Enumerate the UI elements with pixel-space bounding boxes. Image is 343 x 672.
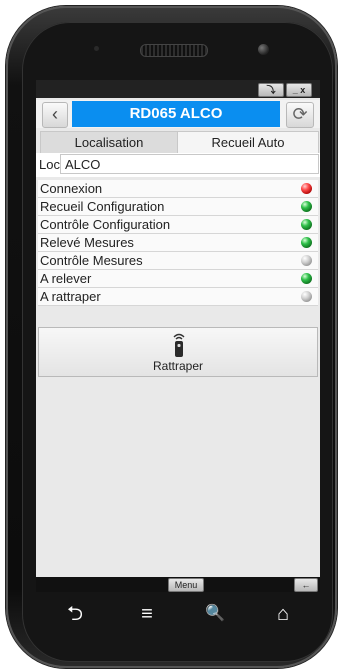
- status-led-icon: [301, 219, 312, 230]
- list-item[interactable]: Relevé Mesures: [38, 234, 318, 252]
- app-screen: ⤵ _ x ‹ RD065 ALCO ⟳ Localisation Recuei…: [36, 80, 320, 592]
- status-label: Connexion: [40, 181, 103, 196]
- location-label: Loc: [39, 157, 60, 172]
- location-row: Loc ALCO: [36, 153, 320, 177]
- tab-localisation[interactable]: Localisation: [40, 131, 178, 154]
- status-led-icon: [301, 237, 312, 248]
- remote-icon: [173, 333, 185, 357]
- status-label: Recueil Configuration: [40, 199, 165, 214]
- hardware-keys: ⮌ ≡ 🔍 ⌂: [36, 600, 320, 628]
- status-led-icon: [301, 201, 312, 212]
- page-title: RD065 ALCO: [72, 101, 280, 127]
- earpiece-speaker: [140, 44, 208, 57]
- list-item[interactable]: Connexion: [38, 180, 318, 198]
- chevron-left-icon: ‹: [52, 104, 58, 124]
- home-key-icon[interactable]: ⌂: [268, 600, 298, 628]
- status-list: Connexion Recueil Configuration Contrôle…: [38, 180, 318, 306]
- tab-recueil-auto[interactable]: Recueil Auto: [177, 131, 319, 153]
- back-arrow-button[interactable]: ←: [294, 578, 318, 592]
- rattraper-button[interactable]: Rattraper: [38, 327, 318, 377]
- bottom-bar: Menu ←: [36, 577, 320, 592]
- status-led-icon: [301, 291, 312, 302]
- sync-button[interactable]: ⟳: [286, 102, 314, 128]
- title-bar: ‹ RD065 ALCO ⟳: [36, 100, 320, 128]
- status-label: A rattraper: [40, 289, 101, 304]
- search-key-icon[interactable]: 🔍: [200, 600, 230, 628]
- location-field[interactable]: ALCO: [60, 154, 319, 174]
- status-led-icon: [301, 273, 312, 284]
- list-item[interactable]: Contrôle Mesures: [38, 252, 318, 270]
- status-label: Relevé Mesures: [40, 235, 134, 250]
- minimize-close-button[interactable]: _ x: [286, 83, 312, 97]
- front-camera: [94, 46, 99, 51]
- menu-key-icon[interactable]: ≡: [132, 600, 162, 628]
- back-button[interactable]: ‹: [42, 102, 68, 128]
- menu-button[interactable]: Menu: [168, 578, 204, 592]
- sync-icon: ⟳: [292, 104, 308, 124]
- list-item[interactable]: A rattraper: [38, 288, 318, 306]
- rattraper-label: Rattraper: [152, 359, 204, 373]
- status-led-icon: [301, 183, 312, 194]
- list-item[interactable]: A relever: [38, 270, 318, 288]
- back-key-icon[interactable]: ⮌: [60, 600, 90, 628]
- restore-button[interactable]: ⤵: [258, 83, 284, 97]
- list-item[interactable]: Contrôle Configuration: [38, 216, 318, 234]
- list-item[interactable]: Recueil Configuration: [38, 198, 318, 216]
- status-led-icon: [301, 255, 312, 266]
- status-label: Contrôle Mesures: [40, 253, 143, 268]
- status-label: A relever: [40, 271, 92, 286]
- proximity-sensor: [258, 44, 269, 55]
- tab-bar: Localisation Recueil Auto: [36, 131, 320, 154]
- status-label: Contrôle Configuration: [40, 217, 171, 232]
- window-bar: ⤵ _ x: [36, 80, 320, 98]
